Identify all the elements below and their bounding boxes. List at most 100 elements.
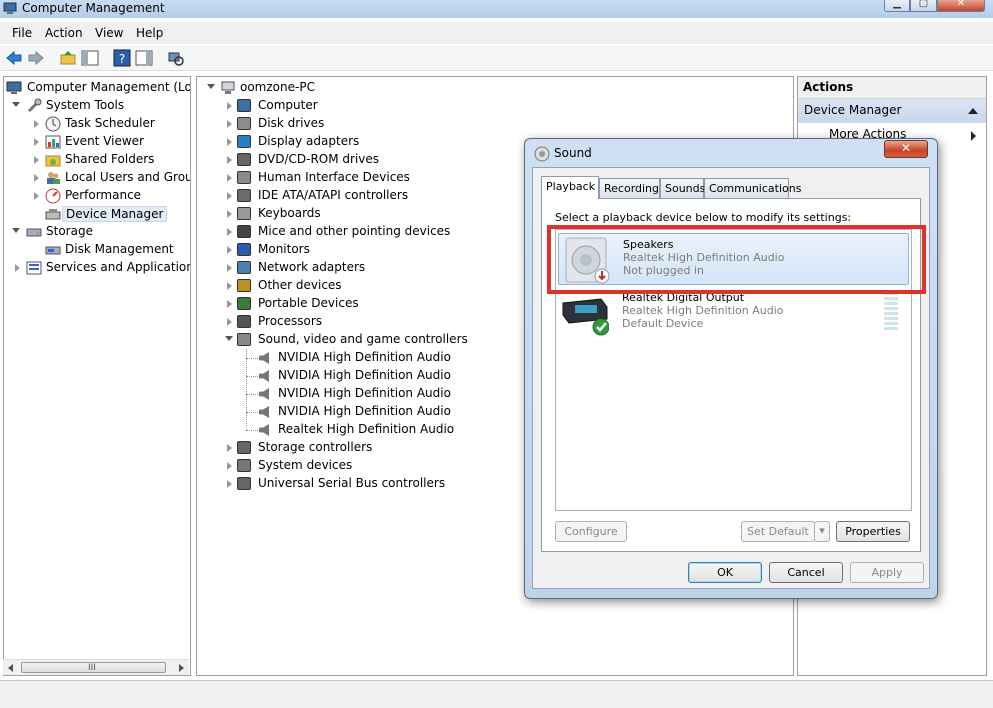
- set-default-button[interactable]: Set Default: [741, 521, 815, 542]
- display-adapters-icon: [237, 135, 251, 148]
- svg-text:?: ?: [119, 52, 125, 66]
- expander-closed-icon[interactable]: [227, 138, 232, 146]
- volume-level-meter: [884, 292, 898, 330]
- menu-action[interactable]: Action: [45, 26, 83, 40]
- left-pane-horizontal-scrollbar[interactable]: III: [3, 659, 189, 675]
- scan-hardware-icon[interactable]: [167, 49, 185, 67]
- tree-connector-line: [246, 376, 258, 377]
- expander-closed-icon[interactable]: [34, 120, 39, 128]
- device-row-speakers[interactable]: Speakers Realtek High Definition Audio N…: [558, 233, 909, 285]
- expander-closed-icon[interactable]: [227, 480, 232, 488]
- tab-sounds[interactable]: Sounds: [660, 178, 705, 198]
- menu-file[interactable]: File: [12, 26, 32, 40]
- device-row-digital-output[interactable]: Realtek Digital Output Realtek High Defi…: [558, 287, 909, 339]
- tree-node-performance[interactable]: Performance: [6, 187, 190, 205]
- users-icon: [47, 172, 60, 184]
- device-category-computer[interactable]: Computer: [225, 97, 625, 115]
- expander-closed-icon[interactable]: [227, 120, 232, 128]
- tree-node-shared-folders[interactable]: Shared Folders: [6, 151, 190, 169]
- chevron-down-icon: ▾: [819, 524, 825, 537]
- expander-closed-icon[interactable]: [15, 264, 20, 272]
- device-name: Realtek Digital Output: [622, 291, 745, 304]
- tree-node-event-viewer[interactable]: Event Viewer: [6, 133, 190, 151]
- back-arrow-icon[interactable]: [5, 49, 23, 67]
- sound-device-item[interactable]: NVIDIA High Definition Audio: [245, 349, 545, 367]
- submenu-arrow-icon[interactable]: [971, 131, 976, 141]
- tree-node-disk-management[interactable]: Disk Management: [6, 241, 190, 259]
- expander-closed-icon[interactable]: [227, 210, 232, 218]
- scroll-thumb[interactable]: III: [21, 662, 166, 673]
- speaker-device-icon: [259, 388, 269, 400]
- properties-button[interactable]: Properties: [836, 521, 910, 542]
- expander-closed-icon[interactable]: [227, 444, 232, 452]
- cancel-button[interactable]: Cancel: [769, 562, 843, 583]
- ok-button[interactable]: OK: [688, 562, 762, 583]
- device-name: Speakers: [623, 238, 674, 251]
- scroll-right-arrow-icon[interactable]: [179, 664, 184, 672]
- scroll-left-arrow-icon[interactable]: [8, 664, 13, 672]
- speaker-device-icon: [259, 370, 269, 382]
- tree-node-task-scheduler[interactable]: Task Scheduler: [6, 115, 190, 133]
- tab-playback[interactable]: Playback: [541, 176, 599, 199]
- expander-closed-icon[interactable]: [227, 174, 232, 182]
- expander-closed-icon[interactable]: [34, 156, 39, 164]
- device-status: Default Device: [622, 317, 704, 330]
- expander-closed-icon[interactable]: [34, 174, 39, 182]
- collapse-caret-icon[interactable]: [968, 108, 978, 114]
- tree-node-device-manager[interactable]: Device Manager: [6, 205, 190, 223]
- expander-closed-icon[interactable]: [227, 300, 232, 308]
- playback-panel: Select a playback device below to modify…: [541, 198, 921, 552]
- storage-controllers-icon: [237, 441, 251, 454]
- window-close-button[interactable]: ✕: [937, 0, 985, 12]
- configure-button[interactable]: Configure: [555, 521, 627, 542]
- apply-button[interactable]: Apply: [850, 562, 924, 583]
- expander-closed-icon[interactable]: [227, 318, 232, 326]
- tab-communications[interactable]: Communications: [704, 178, 801, 198]
- playback-device-list[interactable]: Speakers Realtek High Definition Audio N…: [555, 229, 912, 511]
- show-hide-action-pane-icon[interactable]: [135, 49, 153, 67]
- expander-closed-icon[interactable]: [227, 156, 232, 164]
- device-tree-root[interactable]: oomzone-PC: [207, 79, 507, 97]
- set-default-dropdown-arrow[interactable]: ▾: [814, 521, 830, 542]
- menu-bar: File Action View Help: [0, 22, 993, 44]
- expander-closed-icon[interactable]: [227, 228, 232, 236]
- dialog-close-button[interactable]: ✕: [884, 140, 928, 158]
- sound-device-item[interactable]: NVIDIA High Definition Audio: [245, 367, 545, 385]
- minimize-button[interactable]: ▁: [884, 0, 910, 12]
- device-description: Realtek High Definition Audio: [623, 251, 785, 264]
- tree-node-storage[interactable]: Storage: [6, 223, 190, 241]
- menu-view[interactable]: View: [95, 26, 123, 40]
- actions-group-device-manager[interactable]: Device Manager: [798, 99, 986, 123]
- maximize-button[interactable]: ▢: [910, 0, 937, 12]
- expander-open-icon[interactable]: [225, 336, 233, 341]
- shared-folder-icon: [45, 155, 61, 167]
- tree-connector-line: [246, 358, 258, 359]
- expander-open-icon[interactable]: [12, 228, 20, 233]
- expander-closed-icon[interactable]: [34, 192, 39, 200]
- sound-device-item[interactable]: NVIDIA High Definition Audio: [245, 385, 545, 403]
- expander-open-icon[interactable]: [12, 102, 20, 107]
- expander-closed-icon[interactable]: [227, 462, 232, 470]
- device-category-disk-drives[interactable]: Disk drives: [225, 115, 625, 133]
- sound-dialog: Sound ✕ Playback Recording Sounds Commun…: [524, 138, 938, 599]
- sound-device-item[interactable]: Realtek High Definition Audio: [245, 421, 545, 439]
- network-adapters-icon: [237, 261, 251, 274]
- show-hide-tree-icon[interactable]: [81, 49, 99, 67]
- expander-closed-icon[interactable]: [227, 192, 232, 200]
- expander-closed-icon[interactable]: [227, 246, 232, 254]
- expander-closed-icon[interactable]: [227, 102, 232, 110]
- tree-node-services-applications[interactable]: Services and Applications: [6, 259, 190, 277]
- storage-icon: [26, 228, 42, 237]
- up-folder-icon[interactable]: [59, 49, 77, 67]
- sound-device-item[interactable]: NVIDIA High Definition Audio: [245, 403, 545, 421]
- expander-open-icon[interactable]: [207, 84, 215, 89]
- expander-closed-icon[interactable]: [227, 282, 232, 290]
- tree-node-system-tools[interactable]: System Tools: [6, 97, 190, 115]
- tab-recording[interactable]: Recording: [599, 178, 660, 198]
- menu-help[interactable]: Help: [136, 26, 163, 40]
- expander-closed-icon[interactable]: [227, 264, 232, 272]
- forward-arrow-icon[interactable]: [27, 49, 45, 67]
- help-icon[interactable]: ?: [113, 49, 131, 67]
- expander-closed-icon[interactable]: [34, 138, 39, 146]
- tree-node-local-users-groups[interactable]: Local Users and Groups: [6, 169, 190, 187]
